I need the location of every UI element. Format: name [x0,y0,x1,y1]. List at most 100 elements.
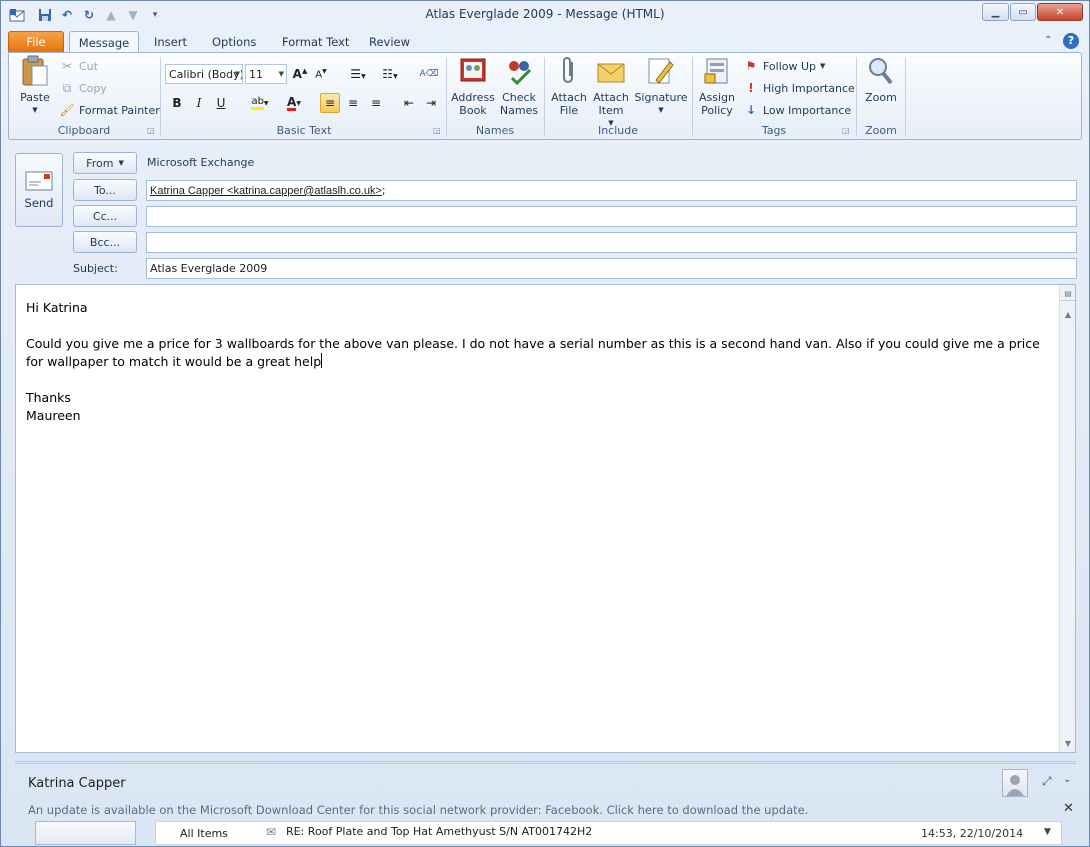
body-signoff: Thanks [26,390,71,405]
paste-dropdown-icon[interactable]: ▼ [32,104,37,117]
high-importance-button[interactable]: ! High Importance [743,78,855,98]
italic-button[interactable]: I [189,93,209,113]
maximize-button[interactable]: ▭ [1010,3,1036,21]
ruler-toggle-icon[interactable]: ▤ [1061,287,1075,301]
ribbon: Paste ▼ ✂ Cut ⧉ Copy 🖌 Format Painter Cl… [8,52,1082,140]
decrease-indent-button[interactable]: ⇤ [399,93,419,113]
numbering-button[interactable]: ☷▼ [377,64,403,84]
subject-field[interactable]: Atlas Everglade 2009 [146,258,1077,279]
signature-dropdown-icon: ▼ [658,106,664,114]
from-button[interactable]: From ▼ [73,152,137,174]
address-book-button[interactable]: Address Book [450,55,496,117]
paste-button[interactable]: Paste ▼ [15,55,55,117]
cc-field[interactable] [146,206,1077,227]
cc-button[interactable]: Cc... [73,205,137,227]
update-notice-link[interactable]: An update is available on the Microsoft … [28,803,808,817]
align-center-icon: ≡ [347,96,359,110]
tab-options[interactable]: Options [202,31,266,53]
paintbrush-icon: 🖌 [59,103,75,117]
align-right-button[interactable]: ≡ [366,93,386,113]
grow-font-button[interactable]: A▲ [290,64,310,84]
to-button[interactable]: To... [73,179,137,201]
tags-group-label: Tags [761,124,787,137]
chevron-down-icon: ▼ [118,159,124,167]
message-body-editor[interactable]: Hi Katrina Could you give me a price for… [15,284,1076,753]
font-name-combo[interactable]: Calibri (Body) ▼ [165,64,243,84]
format-painter-button[interactable]: 🖌 Format Painter [59,100,159,120]
align-left-icon: ≡ [324,96,336,110]
message-body-text[interactable]: Hi Katrina Could you give me a price for… [26,299,1046,425]
vertical-scrollbar[interactable]: ▤ ▲ ▼ [1059,285,1075,752]
zoom-button[interactable]: Zoom [861,55,901,104]
attach-file-button[interactable]: Attach File [549,55,589,117]
tab-message[interactable]: Message [69,31,139,54]
tags-launcher-icon[interactable]: ◲ [842,126,851,135]
bullets-button[interactable]: ☰▼ [345,64,371,84]
increase-indent-button[interactable]: ⇥ [421,93,441,113]
tab-file[interactable]: File [8,31,64,53]
activity-feed-row: All Items ✉ RE: Roof Plate and Top Hat A… [15,819,1076,845]
bcc-button[interactable]: Bcc... [73,231,137,253]
increase-indent-icon: ⇥ [425,96,437,110]
clipboard-group-label: Clipboard [57,124,111,137]
subject-label: Subject: [73,262,118,275]
follow-up-dropdown-icon: ▼ [820,62,826,70]
align-right-icon: ≡ [370,96,382,110]
paste-icon [19,55,51,87]
align-left-button[interactable]: ≡ [320,93,340,113]
contact-avatar[interactable] [1002,769,1028,797]
cut-button[interactable]: ✂ Cut [59,56,98,76]
feed-item-subject[interactable]: RE: Roof Plate and Top Hat Amethyust S/N… [286,825,592,838]
close-icon[interactable]: ✕ [1063,801,1074,816]
basic-text-launcher-icon[interactable]: ◲ [433,126,442,135]
close-button[interactable]: ✕ [1037,3,1083,21]
help-icon[interactable]: ? [1063,33,1079,49]
body-name: Maureen [26,408,81,423]
chevron-down-icon: ▼ [234,70,240,78]
from-value: Microsoft Exchange [147,156,255,169]
activity-feed-list[interactable]: All Items ✉ RE: Roof Plate and Top Hat A… [155,821,1062,845]
feed-filter[interactable]: All Items [180,827,228,840]
highlight-button[interactable]: ab ▼ [245,93,275,113]
assign-policy-icon [701,55,733,87]
bold-button[interactable]: B [167,93,187,113]
chevron-down-icon[interactable]: ▼ [1044,827,1051,837]
people-pane-splitter[interactable] [15,761,1076,764]
send-envelope-icon [25,171,53,191]
low-importance-button[interactable]: ↓ Low Importance [743,100,851,120]
follow-up-button[interactable]: ⚑ Follow Up ▼ [743,56,826,76]
align-center-button[interactable]: ≡ [343,93,363,113]
attach-item-button[interactable]: Attach Item ▼ [591,55,631,130]
scroll-up-icon[interactable]: ▲ [1061,307,1075,321]
include-group-label: Include [597,124,639,137]
assign-policy-button[interactable]: Assign Policy [696,55,738,117]
magnifier-icon [865,55,897,87]
contact-picture-tile[interactable] [35,821,136,845]
shrink-font-button[interactable]: A▼ [311,64,331,84]
ribbon-tabs: File Message Insert Options Format Text … [1,29,1089,54]
tab-review[interactable]: Review [359,31,420,53]
check-names-button[interactable]: Check Names [497,55,541,117]
collapse-pane-icon[interactable]: ⌄ [1063,774,1071,785]
decrease-indent-icon: ⇤ [403,96,415,110]
clear-formatting-button[interactable]: A⌫ [419,64,439,84]
scroll-down-icon[interactable]: ▼ [1061,736,1075,750]
font-color-button[interactable]: A ▼ [279,93,309,113]
expand-pane-icon[interactable]: ⤢ [1042,774,1052,789]
people-pane-name: Katrina Capper [28,776,126,791]
to-field[interactable]: Katrina Capper <katrina.capper@atlaslh.c… [146,180,1077,201]
signature-button[interactable]: Signature ▼ [633,55,689,117]
clipboard-launcher-icon[interactable]: ◲ [147,126,156,135]
bcc-field[interactable] [146,232,1077,253]
paperclip-icon [553,55,585,87]
tab-insert[interactable]: Insert [144,31,197,53]
tab-format-text[interactable]: Format Text [272,31,359,53]
recipient-katrina-capper[interactable]: Katrina Capper <katrina.capper@atlaslh.c… [150,185,382,197]
minimize-button[interactable]: ▁ [982,3,1009,21]
underline-button[interactable]: U [211,93,231,113]
font-size-combo[interactable]: 11 ▼ [245,64,287,84]
send-button[interactable]: Send [15,153,63,227]
minimize-ribbon-icon[interactable]: ⌃ [1044,35,1052,46]
clear-formatting-icon: A⌫ [419,69,439,79]
copy-button[interactable]: ⧉ Copy [59,78,107,98]
